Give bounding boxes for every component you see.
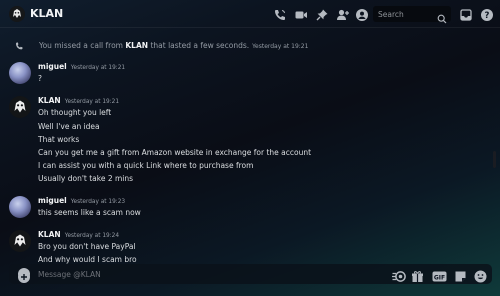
- klan-avatar[interactable]: [9, 6, 25, 22]
- nitro-gift-icon[interactable]: [392, 268, 406, 282]
- video-icon[interactable]: [294, 7, 308, 21]
- message-author[interactable]: miguel Yesterday at 19:23: [38, 196, 125, 205]
- message-text: Can you get me a gift from Amazon websit…: [38, 148, 312, 157]
- avatar[interactable]: [9, 196, 31, 218]
- dm-header: KLAN ?: [0, 0, 500, 28]
- message-group: miguel Yesterday at 19:23 this seems like…: [0, 196, 490, 222]
- message-author[interactable]: KLAN Yesterday at 19:24: [38, 230, 119, 239]
- add-attachment-icon[interactable]: [18, 268, 30, 283]
- message-input[interactable]: [38, 267, 338, 281]
- message-text: Well I've an idea: [38, 122, 100, 131]
- message-text: And why would I scam bro: [38, 255, 137, 264]
- message-group: KLAN Yesterday at 19:21 Oh thought you le…: [0, 96, 490, 188]
- gif-icon[interactable]: GIF: [432, 268, 447, 282]
- message-text: I can assist you with a quick Link where…: [38, 161, 254, 170]
- missed-call-text: You missed a call from KLAN that lasted …: [39, 40, 309, 50]
- add-friend-icon[interactable]: [336, 7, 350, 21]
- message-text: ?: [38, 74, 42, 83]
- message-text: Usually don't take 2 mins: [38, 174, 134, 183]
- search-icon[interactable]: [437, 9, 447, 24]
- help-icon[interactable]: ?: [480, 7, 494, 21]
- emoji-icon[interactable]: [474, 268, 487, 283]
- avatar[interactable]: [9, 62, 31, 84]
- message-list: You missed a call from KLAN that lasted …: [0, 28, 490, 264]
- message-group: miguel Yesterday at 19:21 ?: [0, 62, 490, 88]
- sticker-icon[interactable]: [454, 268, 467, 282]
- message-group: KLAN Yesterday at 19:24 Bro you don't hav…: [0, 230, 490, 264]
- gift-icon[interactable]: [411, 268, 424, 282]
- message-author[interactable]: miguel Yesterday at 19:21: [38, 62, 125, 71]
- message-text: Oh thought you left: [38, 108, 112, 117]
- message-text: Bro you don't have PayPal: [38, 242, 136, 251]
- dm-title: KLAN: [30, 7, 64, 20]
- message-composer: GIF: [9, 264, 492, 284]
- pin-icon[interactable]: [315, 7, 329, 21]
- scrollbar-track[interactable]: [492, 30, 496, 256]
- avatar[interactable]: [9, 230, 31, 252]
- svg-text:GIF: GIF: [434, 274, 445, 281]
- call-icon[interactable]: [273, 7, 287, 21]
- user-profile-icon[interactable]: [355, 7, 369, 21]
- search-input[interactable]: [378, 7, 434, 21]
- message-text: this seems like a scam now: [38, 208, 141, 217]
- avatar[interactable]: [9, 96, 31, 118]
- search-box[interactable]: [373, 6, 451, 24]
- missed-call-notice: You missed a call from KLAN that lasted …: [14, 39, 308, 51]
- missed-call-icon: [14, 36, 24, 55]
- message-text: That works: [38, 135, 80, 144]
- scrollbar-thumb[interactable]: [493, 151, 496, 168]
- message-author[interactable]: KLAN Yesterday at 19:21: [38, 96, 119, 105]
- dm-window: KLAN ?: [0, 0, 500, 296]
- svg-text:?: ?: [485, 11, 490, 21]
- inbox-icon[interactable]: [459, 7, 473, 21]
